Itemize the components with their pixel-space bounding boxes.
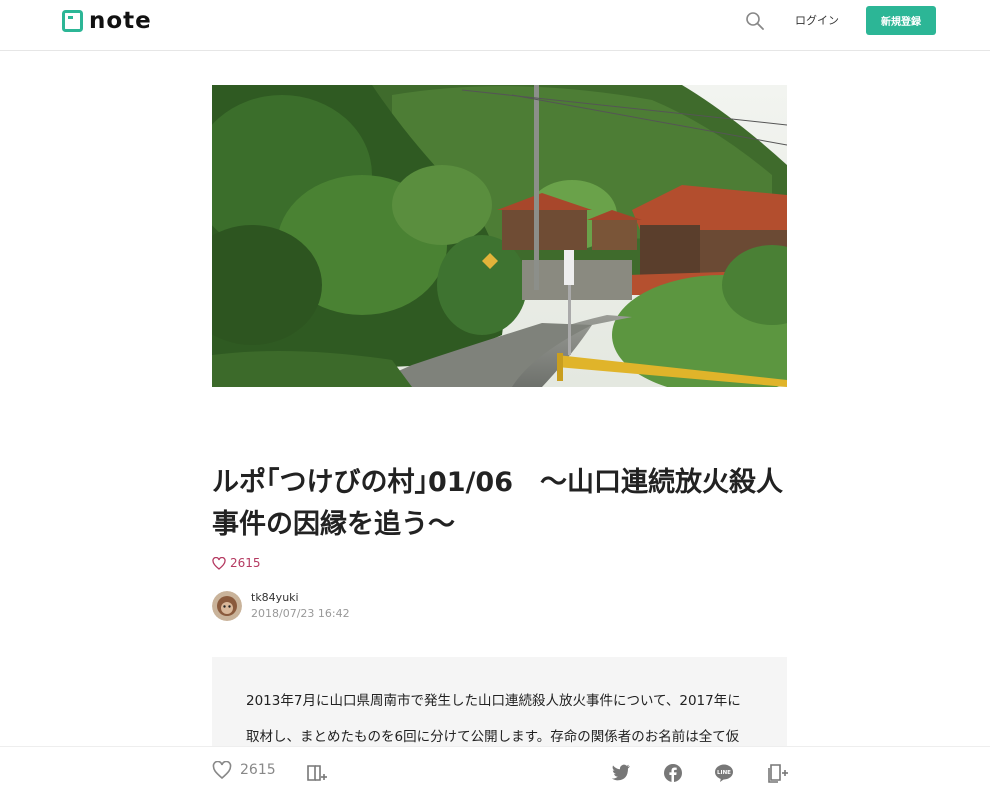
article-like-button[interactable]: 2615 xyxy=(212,556,261,570)
bottom-like-button[interactable]: 2615 xyxy=(212,761,276,779)
magazine-add-button[interactable] xyxy=(306,763,327,783)
logo-text: note xyxy=(89,8,152,34)
article-title: ルポ｢つけびの村｣01/06 〜山口連続放火殺人事件の因縁を追う〜 xyxy=(212,467,784,540)
login-link[interactable]: ログイン xyxy=(795,12,839,28)
village-photo xyxy=(212,85,787,387)
bottom-action-bar: 2615 LINE xyxy=(0,746,990,797)
post-date: 2018/07/23 16:42 xyxy=(251,607,350,620)
heart-icon xyxy=(212,556,226,570)
summary-line: 2013年7月に山口県周南市で発生した山口連続殺人放火事件について、2017年に xyxy=(246,693,741,709)
line-share-button[interactable]: LINE xyxy=(714,763,734,783)
author-info: tk84yuki 2018/07/23 16:42 xyxy=(212,590,350,621)
note-logo-icon xyxy=(62,10,83,32)
hero-image xyxy=(212,85,787,387)
site-header: note ログイン 新規登録 xyxy=(0,0,990,51)
twitter-icon xyxy=(611,764,630,781)
search-button[interactable] xyxy=(744,10,766,32)
embed-icon xyxy=(768,764,788,783)
magazine-add-icon xyxy=(307,765,327,781)
facebook-share-button[interactable] xyxy=(663,763,683,783)
author-meta: tk84yuki 2018/07/23 16:42 xyxy=(251,590,350,621)
svg-text:LINE: LINE xyxy=(717,770,731,776)
heart-icon xyxy=(212,761,232,779)
author-avatar-image xyxy=(212,590,242,621)
avatar[interactable] xyxy=(212,590,242,621)
line-icon: LINE xyxy=(715,764,733,782)
like-count: 2615 xyxy=(230,556,261,570)
bottom-like-count: 2615 xyxy=(240,762,276,778)
signup-button[interactable]: 新規登録 xyxy=(866,6,936,35)
twitter-share-button[interactable] xyxy=(611,763,631,783)
embed-button[interactable] xyxy=(767,763,788,783)
author-name[interactable]: tk84yuki xyxy=(251,590,350,605)
facebook-icon xyxy=(664,764,682,782)
note-logo[interactable]: note xyxy=(62,8,152,34)
search-icon xyxy=(746,12,764,30)
